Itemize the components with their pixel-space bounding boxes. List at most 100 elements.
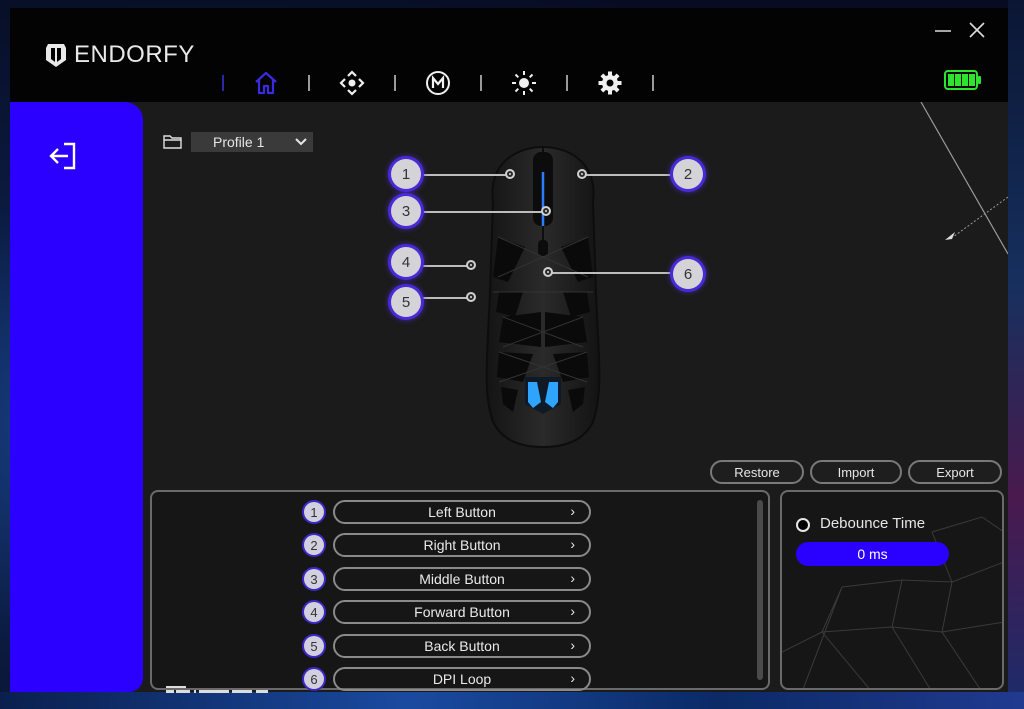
dpi-move-icon	[339, 70, 365, 96]
callout-line	[421, 211, 543, 213]
mapping-number: 4	[304, 602, 324, 622]
mapping-number: 6	[304, 669, 324, 689]
chevron-right-icon: ›	[570, 536, 575, 552]
nav-divider	[566, 75, 568, 91]
title-bar: ENDORFY	[10, 8, 1008, 102]
nav-settings[interactable]	[596, 69, 624, 97]
callout-line	[421, 265, 468, 267]
mapping-button-left[interactable]: Left Button ›	[333, 500, 591, 524]
profile-selector-row: Profile 1	[163, 132, 313, 152]
export-button[interactable]: Export	[908, 460, 1002, 484]
gear-icon	[598, 71, 622, 95]
brand-logo: ENDORFY	[44, 41, 195, 69]
mapping-row: 6 DPI Loop ›	[304, 667, 591, 691]
nav-divider	[480, 75, 482, 91]
button-anchor-3	[541, 206, 551, 216]
mapping-button-back[interactable]: Back Button ›	[333, 634, 591, 658]
nav-divider	[222, 75, 224, 91]
callout-3[interactable]: 3	[391, 196, 421, 226]
brand-name: ENDORFY	[74, 41, 195, 68]
mapping-row: 3 Middle Button ›	[304, 567, 591, 591]
restore-button[interactable]: Restore	[710, 460, 804, 484]
button-anchor-2	[577, 169, 587, 179]
chevron-right-icon: ›	[570, 503, 575, 519]
callout-line	[421, 174, 507, 176]
minimize-icon	[935, 30, 951, 32]
nav-divider	[652, 75, 654, 91]
decorative-lines	[920, 102, 1008, 255]
mapping-row: 2 Right Button ›	[304, 533, 591, 557]
mapping-button-forward[interactable]: Forward Button ›	[333, 600, 591, 624]
button-anchor-1	[505, 169, 515, 179]
battery-icon	[944, 70, 981, 90]
mapping-label: Right Button	[423, 537, 501, 553]
debounce-panel: Debounce Time 0 ms	[780, 490, 1004, 690]
home-icon	[255, 71, 277, 95]
mapping-number: 5	[304, 636, 324, 656]
close-button[interactable]	[966, 20, 988, 40]
mapping-scrollbar[interactable]	[757, 500, 763, 680]
exit-button[interactable]	[46, 138, 82, 174]
debounce-value-field[interactable]: 0 ms	[796, 542, 949, 566]
desktop-background	[1008, 0, 1024, 709]
debounce-label: Debounce Time	[820, 515, 926, 532]
taskbar-artifact	[166, 686, 268, 693]
battery-indicator	[944, 70, 982, 95]
nav-dpi[interactable]	[338, 69, 366, 97]
mapping-button-middle[interactable]: Middle Button ›	[333, 567, 591, 591]
nav-lighting[interactable]	[510, 69, 538, 97]
callout-5[interactable]: 5	[391, 287, 421, 317]
app-window: ENDORFY Profile 1 1 2 3 4 5 6 Restore Im…	[10, 8, 1008, 692]
nav-divider	[308, 75, 310, 91]
chevron-right-icon: ›	[570, 637, 575, 653]
mouse-image	[485, 145, 601, 449]
nav-macro[interactable]	[424, 69, 452, 97]
callout-6[interactable]: 6	[673, 259, 703, 289]
mapping-label: Middle Button	[419, 571, 505, 587]
chevron-right-icon: ›	[570, 570, 575, 586]
mapping-row: 4 Forward Button ›	[304, 600, 591, 624]
main-content: Profile 1 1 2 3 4 5 6 Restore Import Exp…	[143, 102, 1008, 692]
button-mapping-panel: 1 Left Button › 2 Right Button › 3 Middl…	[150, 490, 770, 691]
debounce-radio[interactable]	[796, 518, 810, 532]
callout-line	[551, 272, 675, 274]
main-nav	[222, 68, 682, 98]
import-button[interactable]: Import	[810, 460, 902, 484]
profile-selected: Profile 1	[213, 134, 265, 150]
button-anchor-6	[543, 267, 553, 277]
chevron-right-icon: ›	[570, 670, 575, 686]
chevron-down-icon	[295, 138, 307, 146]
close-icon	[969, 22, 985, 38]
folder-icon[interactable]	[163, 134, 183, 150]
profile-actions: Restore Import Export	[710, 460, 1002, 484]
callout-1[interactable]: 1	[391, 159, 421, 189]
mapping-number: 3	[304, 569, 324, 589]
mapping-button-dpi-loop[interactable]: DPI Loop ›	[333, 667, 591, 691]
mapping-number: 2	[304, 535, 324, 555]
mapping-row: 5 Back Button ›	[304, 634, 591, 658]
macro-m-icon	[426, 71, 450, 95]
mapping-button-right[interactable]: Right Button ›	[333, 533, 591, 557]
button-anchor-5	[466, 292, 476, 302]
callout-4[interactable]: 4	[391, 247, 421, 277]
exit-icon	[49, 142, 76, 170]
profile-dropdown[interactable]: Profile 1	[191, 132, 313, 152]
minimize-button[interactable]	[932, 20, 954, 40]
nav-divider	[394, 75, 396, 91]
nav-home[interactable]	[252, 69, 280, 97]
desktop-background-bottom	[0, 692, 1024, 709]
callout-2[interactable]: 2	[673, 159, 703, 189]
mapping-label: DPI Loop	[432, 671, 492, 687]
sidebar	[10, 102, 143, 692]
callout-line	[421, 297, 468, 299]
mapping-label: Forward Button	[414, 604, 510, 620]
mapping-label: Left Button	[428, 504, 496, 520]
mapping-label: Back Button	[424, 638, 500, 654]
callout-line	[585, 174, 675, 176]
mapping-number: 1	[304, 502, 324, 522]
brightness-icon	[512, 71, 536, 95]
button-anchor-4	[466, 260, 476, 270]
endorfy-logo-icon	[46, 44, 66, 67]
mapping-row: 1 Left Button ›	[304, 500, 591, 524]
chevron-right-icon: ›	[570, 603, 575, 619]
